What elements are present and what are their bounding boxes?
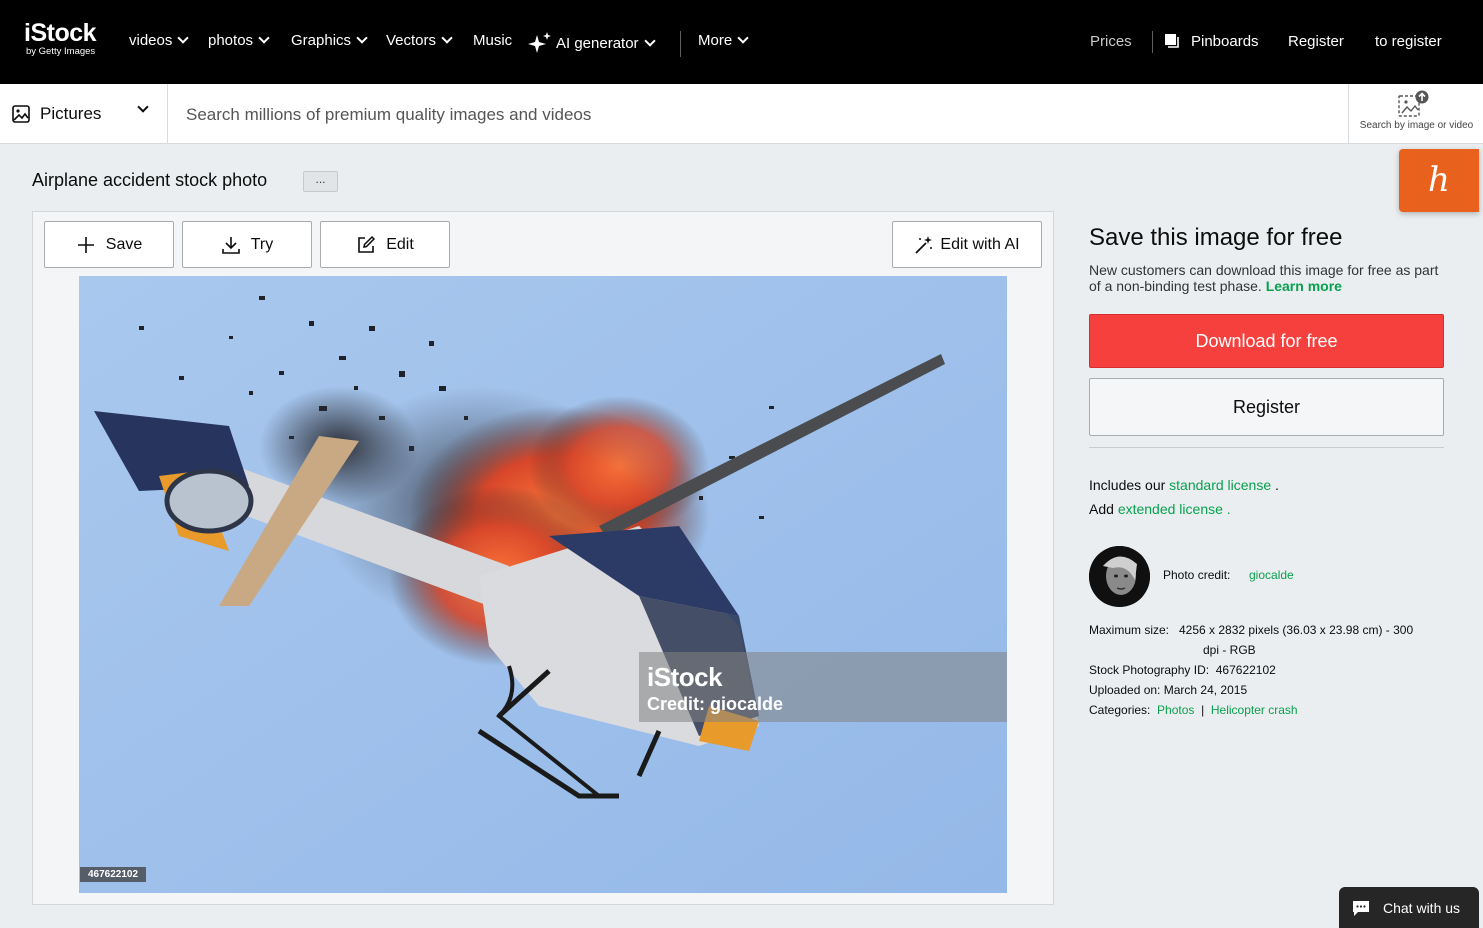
nav-divider: [1152, 31, 1153, 53]
honey-h-icon: h: [1428, 160, 1450, 200]
image-search-icon: [1398, 90, 1429, 117]
categories-label: Categories:: [1089, 703, 1151, 717]
nav-videos[interactable]: videos: [129, 32, 190, 49]
nav-photos[interactable]: photos: [208, 32, 270, 49]
chat-with-us-button[interactable]: Chat with us: [1339, 887, 1479, 928]
page-title: Airplane accident stock photo: [32, 170, 268, 190]
search-bar: Pictures Search by image or video: [0, 84, 1483, 144]
search-by-image-label: Search by image or video: [1359, 120, 1474, 131]
photographer-avatar[interactable]: [1089, 546, 1150, 607]
nav-more[interactable]: More: [698, 32, 749, 49]
chevron-down-icon: [177, 32, 190, 44]
try-label: Try: [250, 235, 274, 253]
nav-music-label: Music: [473, 32, 513, 49]
nav-prices[interactable]: Prices: [1090, 33, 1132, 50]
stock-photo[interactable]: iStock Credit: giocalde 467622102: [79, 276, 1007, 893]
max-size-value: 4256 x 2832 pixels (36.03 x 23.98 cm) - …: [1179, 623, 1439, 657]
chevron-down-icon: [643, 34, 656, 47]
try-button[interactable]: Try: [182, 221, 312, 268]
description-text: New customers can download this image fo…: [1089, 262, 1439, 294]
category-photos-link[interactable]: Photos: [1157, 703, 1194, 717]
includes-text: Includes our: [1089, 477, 1166, 493]
photo-credit-label: Photo credit:: [1163, 568, 1231, 582]
chat-bubble-icon: [1353, 900, 1369, 916]
edit-button[interactable]: Edit: [320, 221, 450, 268]
panel-divider: [1089, 447, 1444, 448]
save-free-description: New customers can download this image fo…: [1089, 262, 1449, 294]
nav-videos-label: videos: [129, 32, 173, 49]
categories-row: Categories: Photos | Helicopter crash: [1089, 703, 1298, 717]
search-by-image-button[interactable]: Search by image or video: [1348, 84, 1483, 144]
chevron-down-icon: [441, 32, 453, 44]
watermark-credit: Credit: giocalde: [647, 694, 784, 714]
magic-wand-icon: [915, 235, 933, 254]
istock-logo[interactable]: iStock by Getty Images: [24, 20, 108, 64]
nav-register[interactable]: Register: [1288, 33, 1344, 50]
nav-more-label: More: [698, 32, 733, 49]
top-navigation: iStock by Getty Images videos photos Gra…: [0, 0, 1483, 84]
nav-ai-generator-label: AI generator: [556, 34, 639, 52]
image-icon: [12, 105, 30, 123]
add-text: Add: [1089, 501, 1114, 517]
stock-id-row: Stock Photography ID: 467622102: [1089, 663, 1276, 677]
learn-more-link[interactable]: Learn more: [1266, 278, 1342, 294]
save-label: Save: [105, 235, 143, 253]
category-separator: |: [1201, 703, 1205, 717]
nav-divider: [680, 31, 681, 57]
standard-license-line: Includes our standard license .: [1089, 477, 1279, 493]
chevron-down-icon: [737, 32, 749, 44]
chevron-down-icon: [356, 32, 368, 44]
chevron-down-icon: [137, 101, 149, 113]
chat-label: Chat with us: [1383, 899, 1461, 916]
media-type-label: Pictures: [40, 104, 102, 123]
download-for-free-button[interactable]: Download for free: [1089, 314, 1444, 368]
register-button[interactable]: Register: [1089, 378, 1444, 436]
save-free-heading: Save this image for free: [1089, 224, 1343, 251]
max-size-line-1: 4256 x 2832 pixels (36.03 x 23.98 cm) - …: [1179, 623, 1414, 637]
chevron-down-icon: [258, 32, 270, 44]
standard-license-link[interactable]: standard license: [1169, 477, 1271, 493]
search-input[interactable]: [186, 102, 1326, 128]
nav-sign-in[interactable]: to register: [1375, 33, 1442, 50]
honey-extension-button[interactable]: h: [1399, 149, 1479, 212]
watermark-brand: iStock: [647, 662, 723, 692]
edit-icon: [358, 235, 376, 253]
stock-id-value: 467622102: [1215, 663, 1276, 677]
uploaded-row: Uploaded on: March 24, 2015: [1089, 683, 1247, 697]
download-icon: [221, 236, 240, 254]
nav-vectors[interactable]: Vectors: [386, 32, 453, 49]
pinboard-icon: [1165, 34, 1179, 48]
extended-license-line: Add extended license .: [1089, 501, 1231, 517]
image-id-badge: 467622102: [80, 867, 147, 882]
period-text: .: [1275, 477, 1279, 493]
max-size-line-2: dpi - RGB: [1203, 643, 1256, 657]
nav-graphics-label: Graphics: [291, 32, 352, 49]
photographer-portrait: [1089, 546, 1150, 607]
edit-with-ai-label: Edit with AI: [940, 235, 1020, 253]
category-helicopter-crash-link[interactable]: Helicopter crash: [1211, 703, 1298, 717]
nav-music[interactable]: Music: [473, 32, 512, 49]
nav-ai-generator[interactable]: AI generator: [528, 32, 656, 54]
media-type-select[interactable]: Pictures: [0, 84, 168, 144]
logo-text: iStock: [24, 19, 97, 47]
uploaded-value: March 24, 2015: [1163, 683, 1248, 697]
photographer-link[interactable]: giocalde: [1249, 568, 1294, 582]
nav-graphics[interactable]: Graphics: [291, 32, 368, 49]
nav-pinboards[interactable]: Pinboards: [1191, 33, 1259, 50]
edit-label: Edit: [386, 235, 414, 253]
helicopter-explosion-image: [79, 276, 1007, 893]
nav-vectors-label: Vectors: [386, 32, 437, 49]
title-more-button[interactable]: ...: [303, 171, 338, 192]
extended-license-link[interactable]: extended license .: [1118, 501, 1231, 517]
logo-subtext: by Getty Images: [26, 46, 96, 57]
save-button[interactable]: Save: [44, 221, 174, 268]
uploaded-label: Uploaded on:: [1089, 683, 1161, 697]
edit-with-ai-button[interactable]: Edit with AI: [892, 221, 1042, 268]
max-size-label: Maximum size:: [1089, 623, 1170, 637]
stock-id-label: Stock Photography ID:: [1089, 663, 1210, 677]
nav-photos-label: photos: [208, 32, 254, 49]
sparkle-icon: [528, 32, 551, 53]
plus-icon: [77, 236, 94, 253]
